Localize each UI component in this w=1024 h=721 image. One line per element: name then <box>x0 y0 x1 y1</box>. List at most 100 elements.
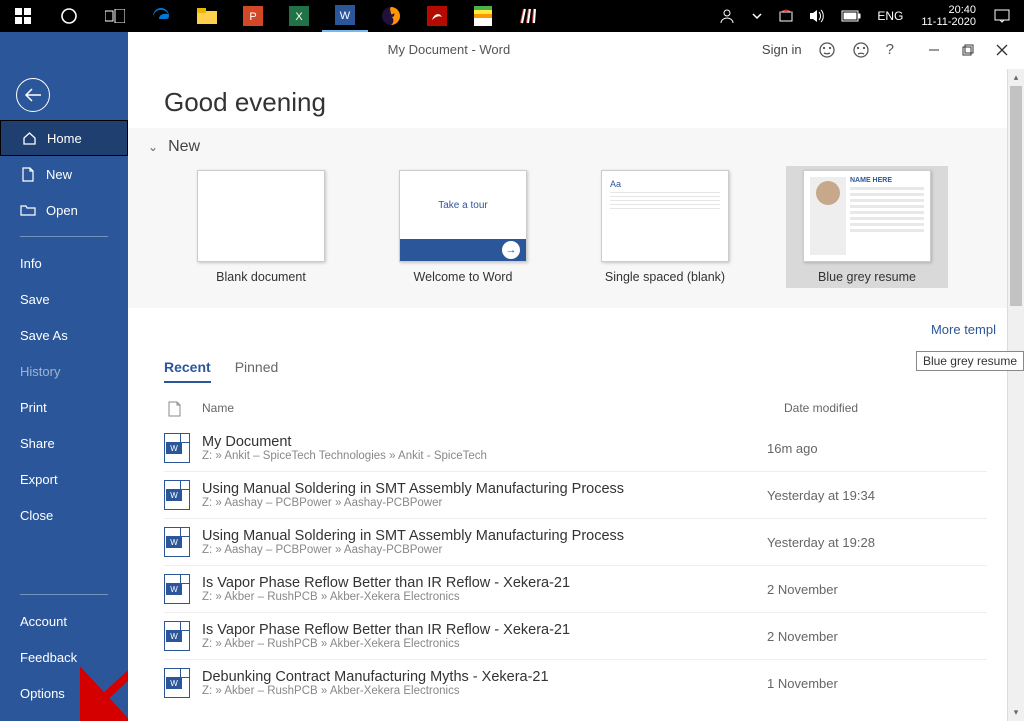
document-row[interactable]: W My Document Z: » Ankit – SpiceTech Tec… <box>164 425 987 471</box>
tray-security-icon[interactable] <box>775 0 797 32</box>
tab-pinned[interactable]: Pinned <box>235 359 279 383</box>
document-row[interactable]: W Using Manual Soldering in SMT Assembly… <box>164 518 987 565</box>
sidebar-item-export[interactable]: Export <box>0 461 128 497</box>
doc-date: 1 November <box>767 676 987 691</box>
windows-taskbar: P X W ENG 20:40 11-11-2020 <box>0 0 1024 32</box>
column-name-header[interactable]: Name <box>202 401 784 417</box>
column-date-header[interactable]: Date modified <box>784 401 1004 417</box>
scroll-down-icon[interactable]: ▾ <box>1008 704 1024 721</box>
doc-path: Z: » Akber – RushPCB » Akber-Xekera Elec… <box>202 638 767 650</box>
taskbar-app-firefox[interactable] <box>368 0 414 32</box>
sidebar-item-save[interactable]: Save <box>0 281 128 317</box>
sidebar-label: Account <box>20 614 67 629</box>
doc-path: Z: » Akber – RushPCB » Akber-Xekera Elec… <box>202 591 767 603</box>
taskbar-app-edge[interactable] <box>138 0 184 32</box>
sign-in-link[interactable]: Sign in <box>762 42 802 57</box>
sidebar-item-home[interactable]: Home <box>0 120 128 156</box>
more-templates-link[interactable]: More templ <box>128 308 1024 337</box>
template-welcome-to-word[interactable]: Take a tour → Welcome to Word <box>382 166 544 288</box>
svg-text:X: X <box>295 11 303 23</box>
doc-title: Using Manual Soldering in SMT Assembly M… <box>202 481 767 497</box>
sidebar-item-info[interactable]: Info <box>0 245 128 281</box>
sidebar-item-history: History <box>0 353 128 389</box>
back-button[interactable] <box>16 78 50 112</box>
minimize-button[interactable] <box>920 36 948 64</box>
sidebar-item-print[interactable]: Print <box>0 389 128 425</box>
restore-button[interactable] <box>954 36 982 64</box>
help-icon[interactable]: ? <box>886 41 894 58</box>
home-icon <box>21 130 37 146</box>
taskbar-app-word[interactable]: W <box>322 0 368 32</box>
svg-text:P: P <box>249 11 256 23</box>
taskbar-app-explorer[interactable] <box>184 0 230 32</box>
template-label: Blue grey resume <box>818 270 916 284</box>
scroll-up-icon[interactable]: ▴ <box>1008 69 1024 86</box>
doc-date: Yesterday at 19:28 <box>767 535 987 550</box>
document-title: My Document - Word <box>136 42 762 57</box>
doc-title: My Document <box>202 434 767 450</box>
svg-text:W: W <box>340 10 351 22</box>
open-folder-icon <box>20 202 36 218</box>
chevron-down-icon: ⌄ <box>148 140 158 154</box>
word-backstage: Home New Open Info Save Save As History … <box>0 32 1024 721</box>
document-row[interactable]: W Debunking Contract Manufacturing Myths… <box>164 659 987 706</box>
doc-list-header: Name Date modified <box>128 383 1024 425</box>
start-button[interactable] <box>0 0 46 32</box>
volume-icon[interactable] <box>805 0 829 32</box>
battery-icon[interactable] <box>837 0 865 32</box>
template-label: Blank document <box>216 270 306 284</box>
clock-time: 20:40 <box>948 4 976 16</box>
language-indicator[interactable]: ENG <box>873 0 907 32</box>
close-button[interactable] <box>988 36 1016 64</box>
taskbar-app-generic[interactable] <box>506 0 552 32</box>
template-blank-document[interactable]: Blank document <box>180 166 342 288</box>
doc-path: Z: » Aashay – PCBPower » Aashay-PCBPower <box>202 497 767 509</box>
sidebar-label: Open <box>46 203 78 218</box>
sidebar-label: Save As <box>20 328 68 343</box>
tray-chevron-icon[interactable] <box>747 0 767 32</box>
sidebar-label: New <box>46 167 72 182</box>
sidebar-item-account[interactable]: Account <box>0 603 128 639</box>
document-row[interactable]: W Is Vapor Phase Reflow Better than IR R… <box>164 612 987 659</box>
word-doc-icon: W <box>164 480 190 510</box>
sidebar-label: Share <box>20 436 55 451</box>
recent-documents-list: W My Document Z: » Ankit – SpiceTech Tec… <box>128 425 1007 706</box>
action-center-icon[interactable] <box>990 0 1014 32</box>
scroll-thumb[interactable] <box>1010 86 1022 306</box>
document-row[interactable]: W Using Manual Soldering in SMT Assembly… <box>164 471 987 518</box>
sidebar-item-close[interactable]: Close <box>0 497 128 533</box>
sidebar-item-share[interactable]: Share <box>0 425 128 461</box>
word-doc-icon: W <box>164 527 190 557</box>
template-label: Single spaced (blank) <box>605 270 725 284</box>
word-doc-icon: W <box>164 668 190 698</box>
template-thumb-text: Take a tour <box>400 171 526 239</box>
people-icon[interactable] <box>715 0 739 32</box>
template-thumb-text: NAME HERE <box>850 177 924 184</box>
sidebar-item-options[interactable]: Options <box>0 675 128 711</box>
taskbar-app-acrobat[interactable] <box>414 0 460 32</box>
taskbar-app-excel[interactable]: X <box>276 0 322 32</box>
new-section-toggle[interactable]: ⌄ New <box>144 138 987 156</box>
template-blue-grey-resume[interactable]: NAME HERE Blue grey resume <box>786 166 948 288</box>
doc-date: 2 November <box>767 629 987 644</box>
new-doc-icon <box>20 166 36 182</box>
new-section: ⌄ New Blank document Take a tour → <box>128 128 1007 308</box>
face-neutral-icon[interactable] <box>818 41 836 59</box>
face-sad-icon[interactable] <box>852 41 870 59</box>
new-heading-label: New <box>168 138 200 156</box>
template-single-spaced[interactable]: Aa Single spaced (blank) <box>584 166 746 288</box>
sidebar-item-open[interactable]: Open <box>0 192 128 228</box>
document-row[interactable]: W Is Vapor Phase Reflow Better than IR R… <box>164 565 987 612</box>
tab-recent[interactable]: Recent <box>164 359 211 383</box>
taskbar-app-powerpoint[interactable]: P <box>230 0 276 32</box>
sidebar-item-saveas[interactable]: Save As <box>0 317 128 353</box>
sidebar-item-feedback[interactable]: Feedback <box>0 639 128 675</box>
cortana-button[interactable] <box>46 0 92 32</box>
task-view-button[interactable] <box>92 0 138 32</box>
word-doc-icon: W <box>164 621 190 651</box>
sidebar-item-new[interactable]: New <box>0 156 128 192</box>
vertical-scrollbar[interactable]: ▴ ▾ <box>1007 69 1024 721</box>
taskbar-app-notes[interactable] <box>460 0 506 32</box>
taskbar-clock[interactable]: 20:40 11-11-2020 <box>915 4 982 28</box>
doc-title: Is Vapor Phase Reflow Better than IR Ref… <box>202 575 767 591</box>
